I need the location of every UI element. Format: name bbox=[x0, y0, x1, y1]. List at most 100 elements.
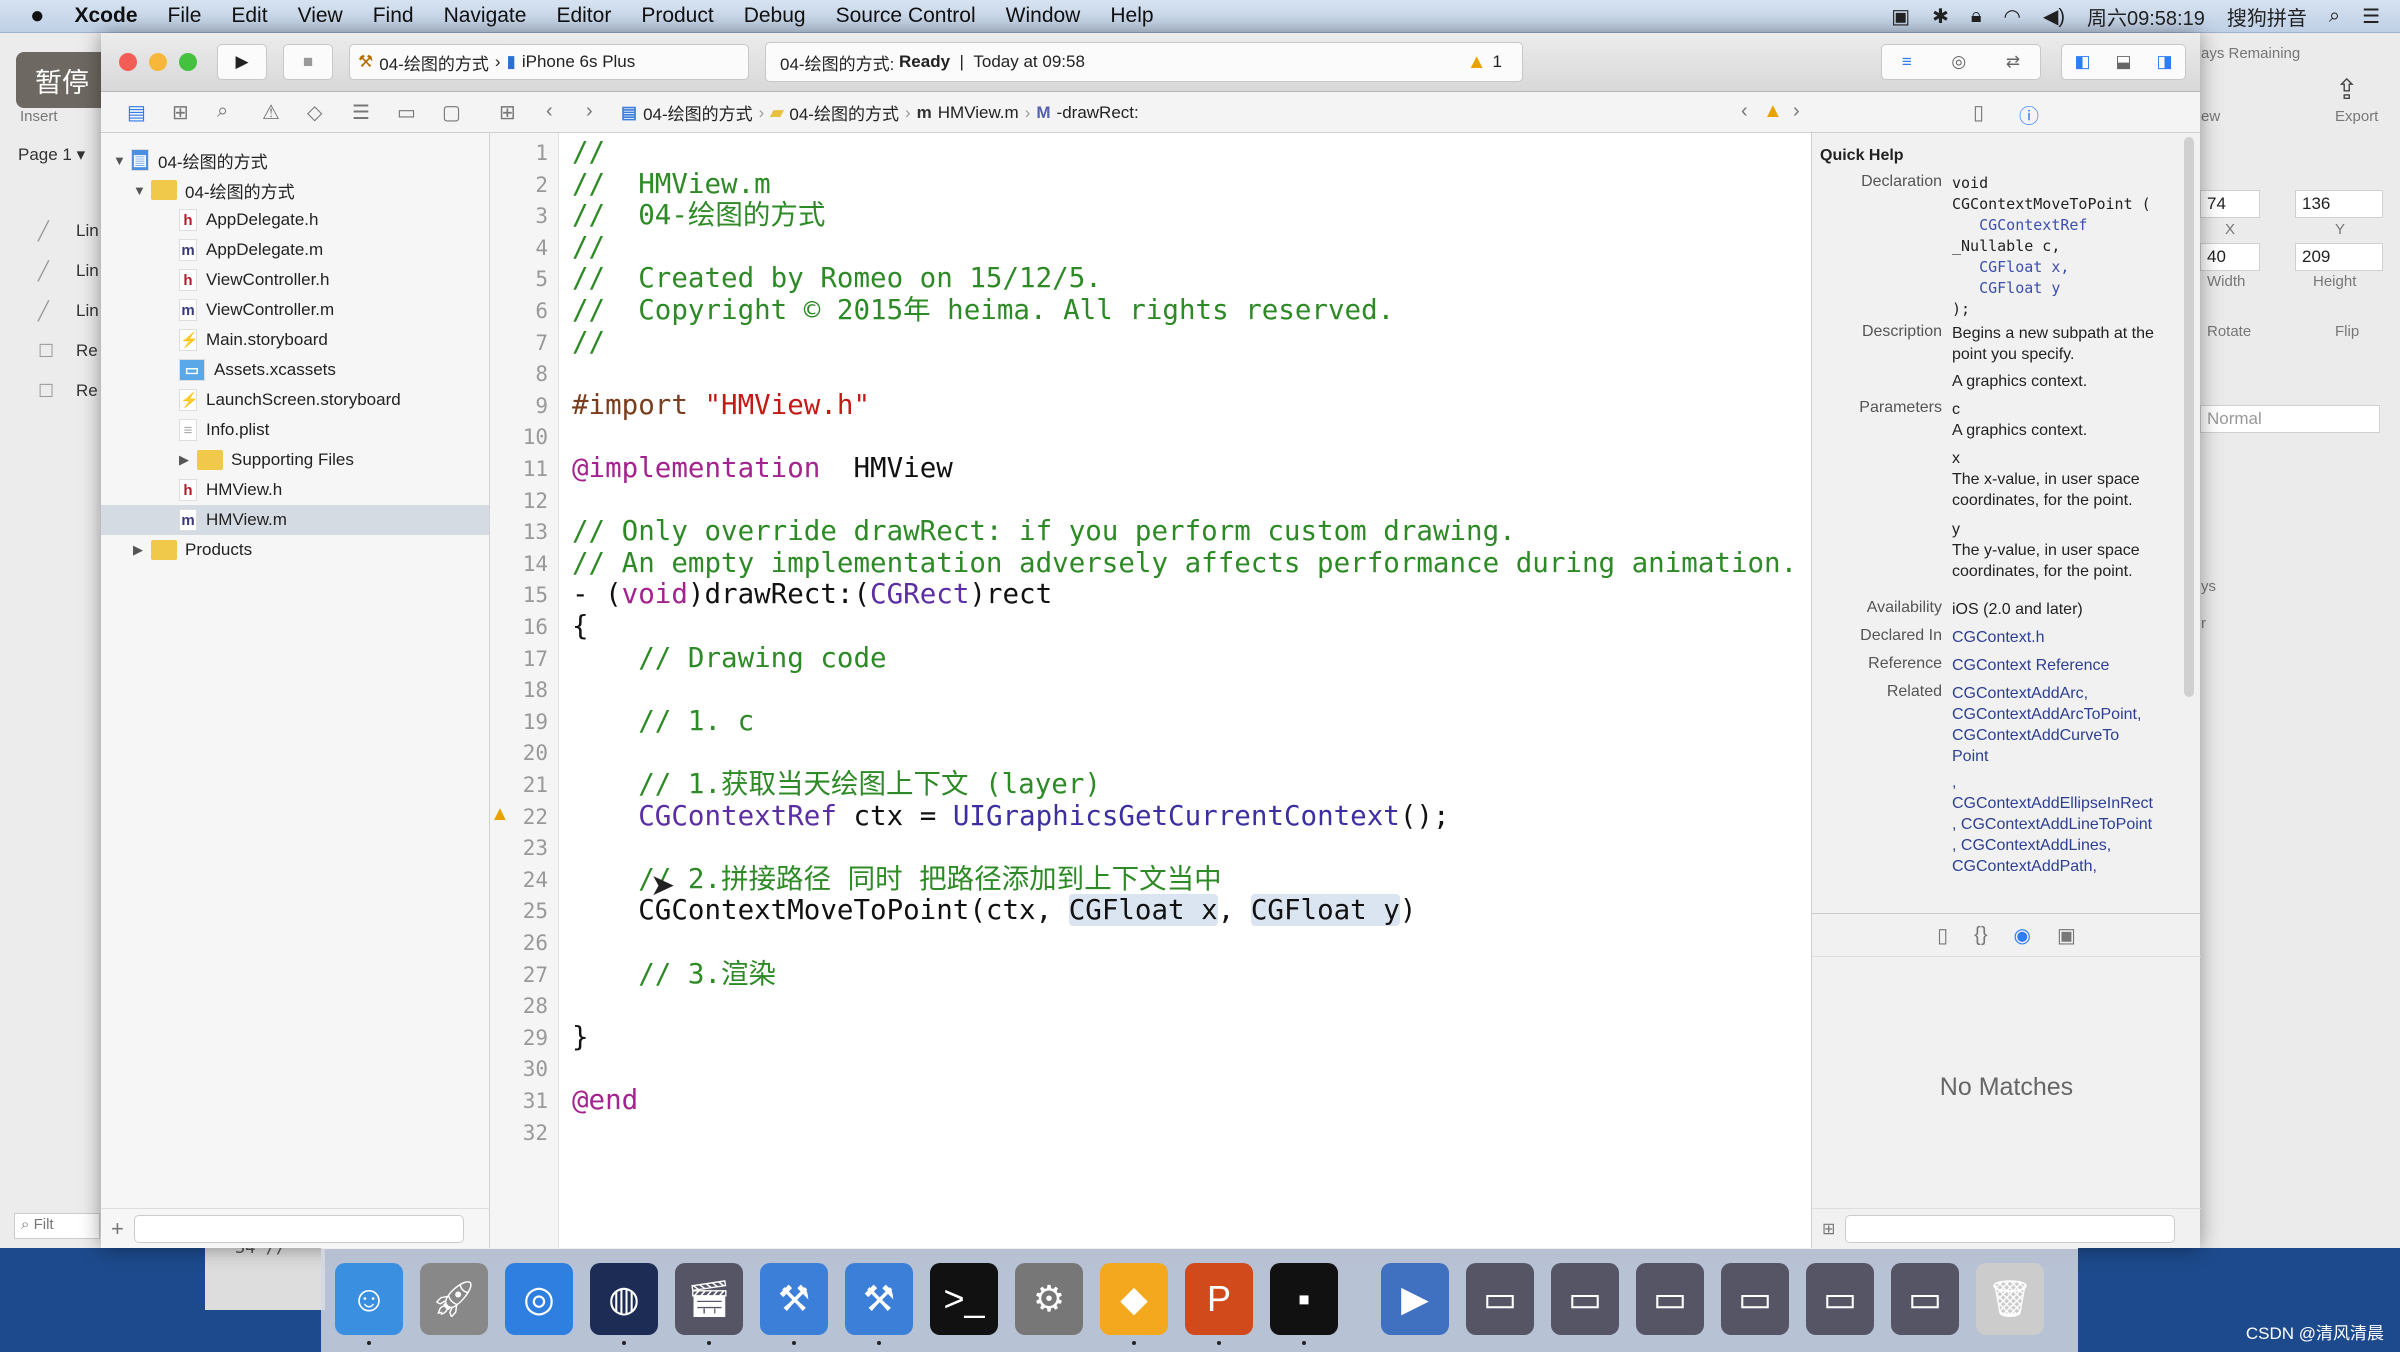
menu-navigate[interactable]: Navigate bbox=[429, 4, 542, 28]
disclosure-closed-icon[interactable]: ▶ bbox=[133, 542, 151, 558]
dock-screen6-icon[interactable]: ▭ bbox=[1891, 1263, 1959, 1335]
code-snippet-icon[interactable]: {} bbox=[1974, 924, 1987, 947]
version-editor-icon[interactable]: ⇄ bbox=[2006, 52, 2020, 72]
menu-source-control[interactable]: Source Control bbox=[821, 4, 991, 28]
utilities-toggle-icon[interactable]: ◨ bbox=[2156, 52, 2172, 72]
menu-product[interactable]: Product bbox=[626, 4, 728, 28]
menu-file[interactable]: File bbox=[153, 4, 217, 28]
sketch-layer[interactable]: Lin bbox=[76, 301, 99, 321]
related-link[interactable]: , bbox=[1952, 772, 2182, 793]
test-navigator-icon[interactable]: ◇ bbox=[307, 100, 322, 125]
navigator-item[interactable]: ▶ Products bbox=[101, 535, 489, 565]
sketch-layer[interactable]: Re bbox=[76, 381, 98, 401]
dock-finder-icon[interactable]: ☺ bbox=[335, 1263, 403, 1335]
navigator-item[interactable]: ▶ Supporting Files bbox=[101, 445, 489, 475]
sketch-page-selector[interactable]: Page 1 ▾ bbox=[18, 145, 85, 165]
dock-xcode-icon[interactable]: ⚒ bbox=[760, 1263, 828, 1335]
navigator-item[interactable]: h AppDelegate.h bbox=[101, 205, 489, 235]
export-icon[interactable]: ⇪ bbox=[2335, 73, 2358, 106]
dock-terminal-icon[interactable]: >_ bbox=[930, 1263, 998, 1335]
navigator-item[interactable]: ▼ ▤ 04-绘图的方式 bbox=[101, 145, 489, 175]
previous-issue-icon[interactable]: ‹ bbox=[1741, 100, 1748, 123]
navigator-item[interactable]: ▼ 04-绘图的方式 bbox=[101, 175, 489, 205]
run-button[interactable]: ▶ bbox=[217, 44, 267, 80]
camera-icon[interactable]: ▣ bbox=[1891, 4, 1910, 29]
sketch-layer[interactable]: Lin bbox=[76, 261, 99, 281]
warning-badge[interactable]: ▲ 1 bbox=[1467, 51, 1502, 74]
jump-item[interactable]: HMView.m bbox=[938, 103, 1019, 123]
bluetooth-icon[interactable]: ✱ bbox=[1932, 4, 1949, 29]
dock-screen3-icon[interactable]: ▭ bbox=[1636, 1263, 1704, 1335]
export-label[interactable]: Export bbox=[2335, 108, 2378, 125]
navigator-item[interactable]: ▭ Assets.xcassets bbox=[101, 355, 489, 385]
reference-link[interactable]: CGContext Reference bbox=[1952, 655, 2182, 676]
quick-help-scrollbar[interactable] bbox=[2184, 137, 2194, 697]
related-link[interactable]: , CGContextAddLines, bbox=[1952, 835, 2182, 856]
dock-system-preferences-icon[interactable]: ⚙ bbox=[1015, 1263, 1083, 1335]
report-navigator-icon[interactable]: ▢ bbox=[442, 100, 461, 125]
symbol-navigator-icon[interactable]: ⊞ bbox=[172, 100, 189, 125]
blend-mode-select[interactable]: Normal bbox=[2200, 405, 2380, 433]
related-link[interactable]: CGContextAddCurveTo bbox=[1952, 725, 2182, 746]
grid-view-icon[interactable]: ⊞ bbox=[1822, 1219, 1835, 1239]
dock-screen4-icon[interactable]: ▭ bbox=[1721, 1263, 1789, 1335]
warning-icon[interactable]: ▲ bbox=[490, 803, 510, 826]
disclosure-closed-icon[interactable]: ▶ bbox=[179, 452, 197, 468]
placeholder-token[interactable]: CGFloat x bbox=[1068, 894, 1218, 927]
dock-sketch-icon[interactable]: ◆ bbox=[1100, 1263, 1168, 1335]
issue-warning-icon[interactable]: ▲ bbox=[1763, 100, 1783, 123]
navigator-item[interactable]: m HMView.m bbox=[101, 505, 489, 535]
navigator-item[interactable]: m AppDelegate.m bbox=[101, 235, 489, 265]
navigator-item[interactable]: h ViewController.h bbox=[101, 265, 489, 295]
menu-help[interactable]: Help bbox=[1095, 4, 1168, 28]
height-field[interactable]: 209 bbox=[2295, 243, 2383, 271]
dock-mouse-icon[interactable]: ◍ bbox=[590, 1263, 658, 1335]
navigator-item[interactable]: ≡ Info.plist bbox=[101, 415, 489, 445]
placeholder-token[interactable]: CGFloat y bbox=[1250, 894, 1400, 927]
debug-navigator-icon[interactable]: ☰ bbox=[352, 100, 370, 125]
lock-icon[interactable]: 🔒︎ bbox=[1971, 5, 1982, 28]
sketch-filter[interactable]: ⌕ Filt bbox=[14, 1213, 100, 1239]
file-template-icon[interactable]: ▯ bbox=[1937, 923, 1948, 948]
navigator-item[interactable]: ⚡ Main.storyboard bbox=[101, 325, 489, 355]
clock[interactable]: 周六09:58:19 bbox=[2087, 2, 2205, 31]
width-field[interactable]: 40 bbox=[2200, 243, 2260, 271]
sketch-insert[interactable]: Insert bbox=[20, 108, 58, 125]
dock-exec-icon[interactable]: ▪ bbox=[1270, 1263, 1338, 1335]
minimize-button[interactable] bbox=[149, 53, 167, 71]
dock-screen2-icon[interactable]: ▭ bbox=[1551, 1263, 1619, 1335]
dock-launchpad-icon[interactable]: 🚀︎ bbox=[420, 1263, 488, 1335]
menu-app[interactable]: Xcode bbox=[60, 4, 153, 28]
dock-screen5-icon[interactable]: ▭ bbox=[1806, 1263, 1874, 1335]
library-filter-input[interactable] bbox=[1845, 1214, 2176, 1243]
trial-remaining[interactable]: ays Remaining bbox=[2201, 45, 2300, 62]
wifi-icon[interactable]: ◠ bbox=[2004, 4, 2021, 29]
quick-help-icon[interactable]: ⓘ bbox=[2019, 100, 2039, 129]
dock-trash-icon[interactable]: 🗑︎ bbox=[1976, 1263, 2044, 1335]
navigator-item[interactable]: m ViewController.m bbox=[101, 295, 489, 325]
add-icon[interactable]: + bbox=[111, 1216, 124, 1242]
related-link[interactable]: CGContextAddArc, bbox=[1952, 683, 2182, 704]
debug-toggle-icon[interactable]: ⬓ bbox=[2115, 52, 2131, 72]
spotlight-icon[interactable]: ⌕ bbox=[2329, 5, 2340, 28]
dock-powerpoint-icon[interactable]: P bbox=[1185, 1263, 1253, 1335]
navigator-toggle-icon[interactable]: ◧ bbox=[2074, 52, 2090, 72]
project-navigator-icon[interactable]: ▤ bbox=[127, 100, 146, 125]
navigator-item[interactable]: h HMView.h bbox=[101, 475, 489, 505]
volume-icon[interactable]: ◀) bbox=[2043, 4, 2065, 29]
jump-item[interactable]: 04-绘图的方式 bbox=[789, 100, 899, 125]
y-field[interactable]: 136 bbox=[2295, 190, 2383, 218]
dock-screen1-icon[interactable]: ▭ bbox=[1466, 1263, 1534, 1335]
menu-debug[interactable]: Debug bbox=[729, 4, 821, 28]
related-link[interactable]: CGContextAddArcToPoint, bbox=[1952, 704, 2182, 725]
sketch-layer[interactable]: Re bbox=[76, 341, 98, 361]
close-button[interactable] bbox=[119, 53, 137, 71]
issue-navigator-icon[interactable]: ⚠ bbox=[262, 100, 280, 125]
menu-find[interactable]: Find bbox=[358, 4, 429, 28]
related-link[interactable]: , CGContextAddLineToPoint bbox=[1952, 814, 2182, 835]
assistant-editor-icon[interactable]: ◎ bbox=[1951, 52, 1966, 72]
zoom-button[interactable] bbox=[179, 53, 197, 71]
x-field[interactable]: 74 bbox=[2200, 190, 2260, 218]
navigator-filter-input[interactable] bbox=[133, 1214, 464, 1243]
ime-indicator[interactable]: 搜狗拼音 bbox=[2227, 2, 2307, 31]
